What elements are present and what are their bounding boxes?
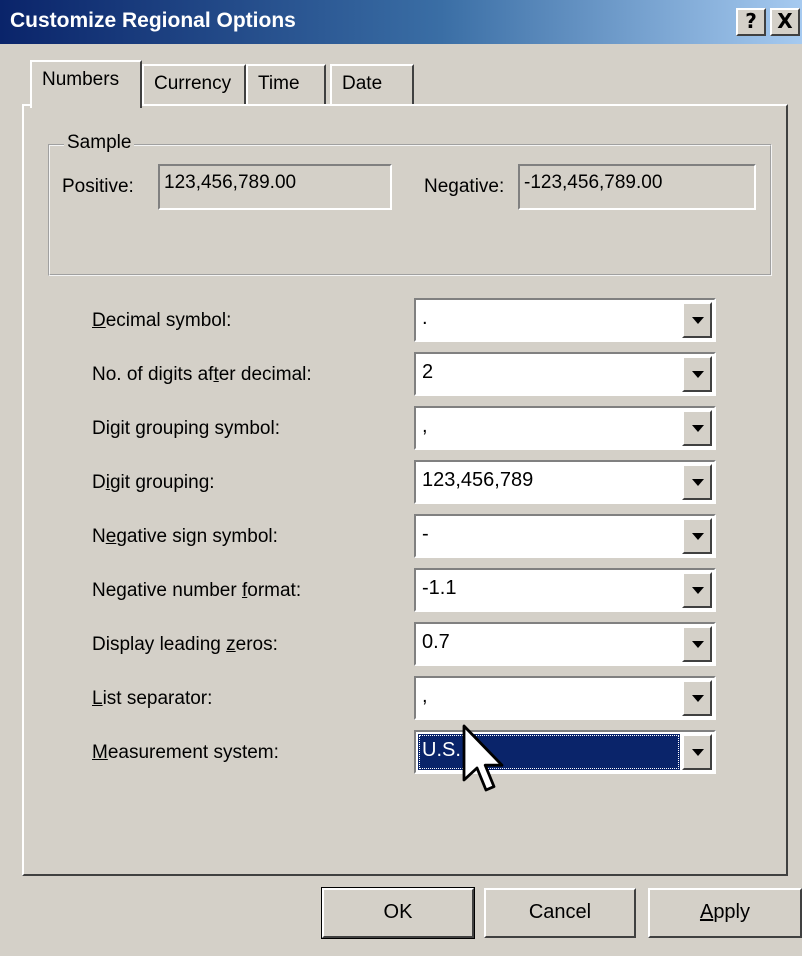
negative-sign-symbol-label: Negative sign symbol: [92,526,278,547]
tab-label: Numbers [42,69,120,90]
digit-grouping-label: Digit grouping: [92,472,215,493]
ok-button[interactable]: OK [321,887,475,939]
title-bar[interactable]: Customize Regional Options ? X [0,0,802,44]
chevron-down-icon[interactable] [682,410,712,446]
digit-grouping-symbol-label: Digit grouping symbol: [92,418,280,439]
measurement-system-label: Measurement system: [92,742,279,763]
combo-value: - [422,523,429,545]
negative-label: Negative: [424,176,505,197]
sample-group-label: Sample [64,132,135,154]
negative-number-format-label: Negative number format: [92,580,302,601]
tab-numbers[interactable]: Numbers [30,60,142,108]
close-button[interactable]: X [770,8,800,36]
digit-grouping-symbol-select[interactable]: , [414,406,716,450]
chevron-down-icon[interactable] [682,302,712,338]
chevron-down-icon[interactable] [682,356,712,392]
combo-value: 0.7 [422,631,450,653]
chevron-down-icon[interactable] [682,464,712,500]
ok-label: OK [383,901,413,923]
list-separator-select[interactable]: , [414,676,716,720]
chevron-down-icon[interactable] [682,572,712,608]
help-button[interactable]: ? [736,8,766,36]
customize-regional-options-dialog: Customize Regional Options ? X Currency … [0,0,802,956]
tab-time[interactable]: Time [246,64,326,106]
tab-label: Currency [154,73,232,94]
digits-after-decimal-label: No. of digits after decimal: [92,364,312,385]
measurement-system-select[interactable]: U.S. [414,730,716,774]
combo-value: 2 [422,361,434,383]
decimal-symbol-select[interactable]: . [414,298,716,342]
window-title: Customize Regional Options [10,9,296,32]
positive-sample-value: 123,456,789.00 [164,172,297,193]
combo-value: , [422,685,428,707]
combo-value: -1.1 [422,577,457,599]
apply-button[interactable]: Apply [648,888,802,938]
close-icon: X [777,9,793,33]
list-separator-label: List separator: [92,688,213,709]
chevron-down-icon[interactable] [682,680,712,716]
positive-sample-field: 123,456,789.00 [158,164,392,210]
digit-grouping-select[interactable]: 123,456,789 [414,460,716,504]
help-icon: ? [745,9,757,33]
combo-value: U.S. [422,739,461,761]
combo-value: , [422,415,428,437]
negative-number-format-select[interactable]: -1.1 [414,568,716,612]
chevron-down-icon[interactable] [682,734,712,770]
chevron-down-icon[interactable] [682,626,712,662]
tab-currency[interactable]: Currency [142,64,246,106]
display-leading-zeros-label: Display leading zeros: [92,634,278,655]
positive-label: Positive: [62,176,134,197]
tab-label: Date [342,73,383,94]
chevron-down-icon[interactable] [682,518,712,554]
combo-value: 123,456,789 [422,469,534,491]
cancel-button[interactable]: Cancel [484,888,636,938]
display-leading-zeros-select[interactable]: 0.7 [414,622,716,666]
combo-value: . [422,307,428,329]
digits-after-decimal-select[interactable]: 2 [414,352,716,396]
decimal-symbol-label: Decimal symbol: [92,310,232,331]
negative-sample-value: -123,456,789.00 [524,172,663,193]
cancel-label: Cancel [528,901,592,923]
tab-date[interactable]: Date [330,64,414,106]
apply-label: Apply [699,901,751,923]
negative-sign-symbol-select[interactable]: - [414,514,716,558]
negative-sample-field: -123,456,789.00 [518,164,756,210]
tab-label: Time [258,73,300,94]
mouse-pointer-icon [462,724,504,792]
